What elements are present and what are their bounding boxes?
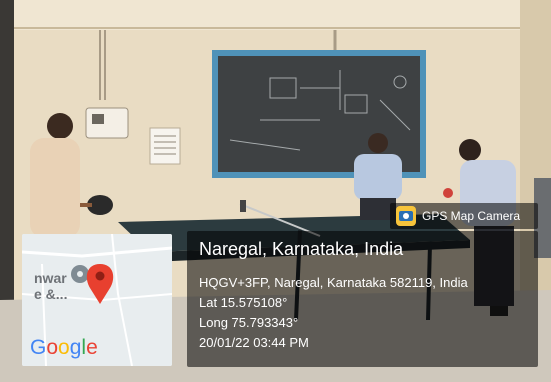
- map-place-line1: nwar: [34, 270, 67, 286]
- latitude-text: Lat 15.575108°: [199, 295, 288, 310]
- location-title: Naregal, Karnataka, India: [199, 239, 404, 259]
- address-text: HQGV+3FP, Naregal, Karnataka 582119, Ind…: [199, 275, 468, 290]
- google-letter: o: [58, 336, 70, 359]
- google-letter: g: [69, 336, 82, 359]
- location-info-panel: Naregal, Karnataka, India HQGV+3FP, Nare…: [187, 231, 538, 367]
- map-place-label: nwar e &...: [34, 270, 67, 302]
- google-letter: G: [30, 336, 47, 359]
- longitude-text: Long 75.793343°: [199, 315, 299, 330]
- google-letter: e: [86, 336, 98, 359]
- map-place-line2: e &...: [34, 286, 68, 302]
- datetime-text: 20/01/22 03:44 PM: [199, 335, 309, 350]
- place-marker-icon: [71, 265, 89, 283]
- gps-map-camera-icon: [396, 206, 416, 226]
- google-letter: o: [46, 336, 59, 359]
- photo-frame: nwar e &... Google GPS Map Camera Narega…: [0, 0, 551, 382]
- gps-map-camera-tag: GPS Map Camera: [390, 203, 538, 229]
- ceiling: [0, 0, 551, 30]
- google-logo: Google: [30, 336, 98, 360]
- app-name: GPS Map Camera: [422, 209, 521, 223]
- notice-sheet: [149, 127, 181, 165]
